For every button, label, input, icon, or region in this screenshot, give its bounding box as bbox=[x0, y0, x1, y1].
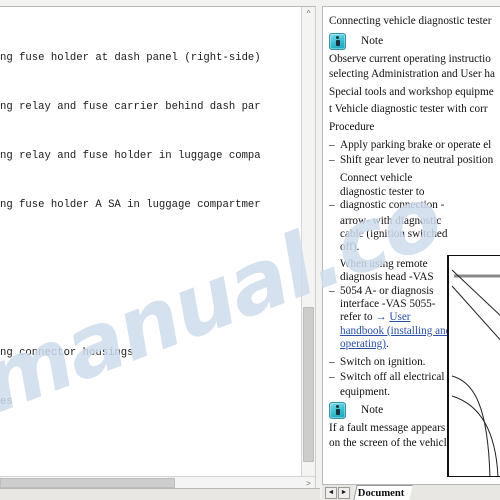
navigation-tree-list[interactable]: ng fuse holder at dash panel (right-side… bbox=[0, 17, 300, 489]
dash-icon: – bbox=[329, 371, 335, 384]
scrollbar-thumb-horizontal[interactable] bbox=[0, 478, 175, 488]
step-3-line-1: Connect vehicle bbox=[340, 172, 413, 185]
arrow-right-icon: → bbox=[375, 311, 387, 324]
dash-icon: – bbox=[329, 355, 335, 368]
step-text: 5054 A- or diagnosis bbox=[340, 284, 434, 297]
procedure-step-3: – diagnostic connection - bbox=[329, 199, 500, 212]
list-item[interactable]: ng relay and fuse holder in luggage comp… bbox=[0, 148, 300, 164]
document-heading: Connecting vehicle diagnostic tester bbox=[329, 15, 492, 27]
navigation-tree-pane[interactable]: ng fuse holder at dash panel (right-side… bbox=[0, 6, 316, 489]
dash-icon: – bbox=[329, 138, 335, 151]
illustration-svg bbox=[448, 256, 500, 476]
list-spacer bbox=[0, 247, 300, 263]
user-handbook-link[interactable]: User bbox=[389, 311, 410, 323]
step-text: diagnostic connection - bbox=[340, 199, 445, 212]
step-3-line-6: off). bbox=[340, 241, 360, 254]
info-icon bbox=[329, 32, 346, 50]
tab-document[interactable]: Document bbox=[353, 485, 413, 500]
list-item[interactable]: ng connector housings bbox=[0, 345, 300, 361]
tab-document-label: Document bbox=[357, 487, 405, 499]
procedure-heading: Procedure bbox=[329, 120, 375, 133]
procedure-step-1: – Apply parking brake or operate el bbox=[329, 139, 500, 152]
step-text: Apply parking brake or operate el bbox=[340, 138, 492, 151]
note-text-line-1: Observe current operating instructio bbox=[329, 52, 491, 65]
period: . bbox=[385, 338, 389, 351]
scrollbar-thumb[interactable] bbox=[303, 307, 314, 462]
list-spacer bbox=[0, 296, 300, 312]
note-text-line-2: selecting Administration and User ha bbox=[329, 68, 495, 81]
dash-icon: – bbox=[329, 153, 335, 166]
step-text: Shift gear lever to neutral position bbox=[340, 153, 494, 166]
list-item[interactable]: ng fuse holder at dash panel (right-side… bbox=[0, 50, 300, 66]
note-callout: Note bbox=[329, 32, 500, 50]
list-spacer bbox=[0, 443, 300, 459]
tab-next-button[interactable]: ► bbox=[338, 486, 350, 499]
tool-item: t Vehicle diagnostic tester with corr bbox=[329, 103, 488, 116]
procedure-step-2: – Shift gear lever to neutral position bbox=[329, 154, 500, 167]
note-label: Note bbox=[361, 35, 384, 48]
status-bar bbox=[0, 488, 320, 500]
info-icon bbox=[329, 401, 346, 419]
note-label: Note bbox=[361, 404, 384, 417]
user-handbook-link-cont[interactable]: handbook (installing and bbox=[340, 325, 451, 337]
user-handbook-link-end[interactable]: operating) bbox=[340, 338, 386, 350]
step-3-line-2: diagnostic tester to bbox=[340, 185, 425, 198]
tab-prev-button[interactable]: ◄ bbox=[325, 486, 337, 499]
application-window: ng fuse holder at dash panel (right-side… bbox=[0, 0, 500, 500]
list-item[interactable]: es bbox=[0, 394, 300, 410]
scroll-up-arrow-icon[interactable]: ^ bbox=[302, 7, 315, 20]
list-item[interactable]: ng fuse holder A SA in luggage compartme… bbox=[0, 197, 300, 213]
step-3-line-4: arrow- with diagnostic bbox=[340, 214, 442, 227]
document-viewer-pane[interactable]: Connecting vehicle diagnostic tester Not… bbox=[322, 6, 500, 489]
technical-illustration bbox=[447, 255, 500, 477]
dash-icon: – bbox=[329, 199, 335, 212]
list-item[interactable]: ng relay and fuse carrier behind dash pa… bbox=[0, 99, 300, 115]
tab-navigation[interactable]: ◄ ► bbox=[325, 486, 351, 499]
document-tab-bar[interactable]: ◄ ► Document bbox=[322, 484, 500, 500]
step-3-line-5: cable (ignition switched bbox=[340, 228, 448, 240]
refer-to-text: refer to bbox=[340, 311, 373, 324]
dash-icon: – bbox=[329, 284, 335, 297]
special-tools-heading: Special tools and workshop equipme bbox=[329, 85, 494, 98]
left-pane-vertical-scrollbar[interactable]: ^ v bbox=[301, 7, 315, 489]
